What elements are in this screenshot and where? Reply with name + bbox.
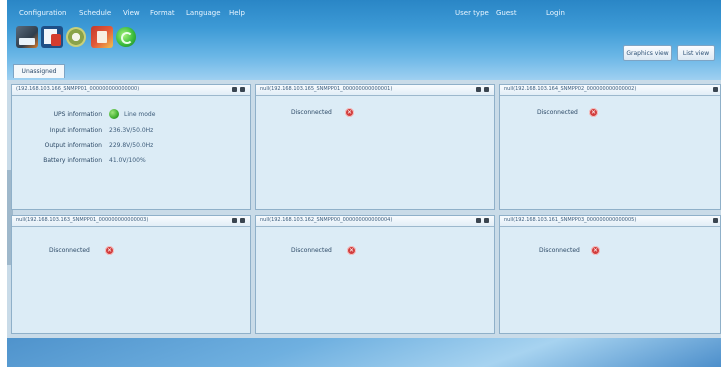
panel-title: null(192.168.103.165_SNMPP01_00000000000… <box>260 86 393 92</box>
panel-title: null(192.168.103.163_SNMPP01_00000000000… <box>16 217 149 223</box>
disconnected-icon <box>589 108 598 117</box>
monitor-icon[interactable] <box>232 218 237 223</box>
view-icon[interactable] <box>66 27 86 47</box>
ups-info-value: Line mode <box>124 111 156 118</box>
battery-info-label: Battery information <box>43 157 102 164</box>
panel-header: null(192.168.103.164_SNMPP02_00000000000… <box>500 85 720 96</box>
disconnected-label: Disconnected <box>49 247 90 254</box>
ups-info-label: UPS information <box>53 111 102 118</box>
list-view-button[interactable]: List view <box>677 45 715 61</box>
input-info-label: Input information <box>49 127 102 134</box>
window-icon[interactable] <box>484 87 489 92</box>
panel-header: null(192.168.103.162_SNMPP00_00000000000… <box>256 216 494 227</box>
device-panel: (192.168.103.166_SNMPP01_000000000000000… <box>11 84 251 210</box>
schedule-icon[interactable] <box>41 26 63 48</box>
configuration-icon[interactable] <box>16 26 38 48</box>
user-type-value: Guest <box>496 9 517 17</box>
panel-header: null(192.168.103.163_SNMPP01_00000000000… <box>12 216 250 227</box>
online-status-icon <box>109 109 119 119</box>
window-icon[interactable] <box>240 218 245 223</box>
monitor-icon[interactable] <box>713 87 718 92</box>
monitor-icon[interactable] <box>476 87 481 92</box>
monitor-icon[interactable] <box>713 218 718 223</box>
menu-language[interactable]: Language <box>186 9 221 17</box>
menu-help[interactable]: Help <box>229 9 245 17</box>
header-band: Configuration Schedule View Format Langu… <box>7 0 721 80</box>
menu-bar: Configuration Schedule View Format Langu… <box>7 0 721 22</box>
panel-header: null(192.168.103.165_SNMPP01_00000000000… <box>256 85 494 96</box>
tab-unassigned[interactable]: Unassigned <box>13 64 65 78</box>
device-panel: null(192.168.103.163_SNMPP01_00000000000… <box>11 215 251 334</box>
format-icon[interactable] <box>91 26 113 48</box>
footer-band <box>7 338 721 367</box>
output-info-value: 229.8V/50.0Hz <box>109 142 154 149</box>
graphics-view-button[interactable]: Graphics view <box>623 45 672 61</box>
panel-title: null(192.168.103.161_SNMPP03_00000000000… <box>504 217 637 223</box>
device-panel: null(192.168.103.162_SNMPP00_00000000000… <box>255 215 495 334</box>
monitor-icon[interactable] <box>476 218 481 223</box>
device-panel: null(192.168.103.164_SNMPP02_00000000000… <box>499 84 721 210</box>
window-icon[interactable] <box>484 218 489 223</box>
menu-configuration[interactable]: Configuration <box>19 9 66 17</box>
refresh-icon[interactable] <box>116 27 136 47</box>
device-panel: null(192.168.103.165_SNMPP01_00000000000… <box>255 84 495 210</box>
device-panel: null(192.168.103.161_SNMPP03_00000000000… <box>499 215 721 334</box>
login-link[interactable]: Login <box>546 9 565 17</box>
disconnected-label: Disconnected <box>291 109 332 116</box>
disconnected-icon <box>591 246 600 255</box>
panel-title: null(192.168.103.164_SNMPP02_00000000000… <box>504 86 637 92</box>
disconnected-label: Disconnected <box>291 247 332 254</box>
menu-format[interactable]: Format <box>150 9 175 17</box>
window-icon[interactable] <box>240 87 245 92</box>
output-info-label: Output information <box>44 142 102 149</box>
user-type-label: User type <box>455 9 489 17</box>
panel-title: null(192.168.103.162_SNMPP00_00000000000… <box>260 217 393 223</box>
monitor-icon[interactable] <box>232 87 237 92</box>
panel-title: (192.168.103.166_SNMPP01_000000000000000… <box>16 86 140 92</box>
menu-schedule[interactable]: Schedule <box>79 9 111 17</box>
disconnected-icon <box>347 246 356 255</box>
disconnected-label: Disconnected <box>539 247 580 254</box>
input-info-value: 236.3V/50.0Hz <box>109 127 154 134</box>
panel-header: (192.168.103.166_SNMPP01_000000000000000… <box>12 85 250 96</box>
battery-info-value: 41.0V/100% <box>109 157 146 164</box>
disconnected-icon <box>105 246 114 255</box>
disconnected-label: Disconnected <box>537 109 578 116</box>
disconnected-icon <box>345 108 354 117</box>
menu-view[interactable]: View <box>123 9 140 17</box>
ups-monitor-window: Configuration Schedule View Format Langu… <box>7 0 721 367</box>
panel-header: null(192.168.103.161_SNMPP03_00000000000… <box>500 216 720 227</box>
